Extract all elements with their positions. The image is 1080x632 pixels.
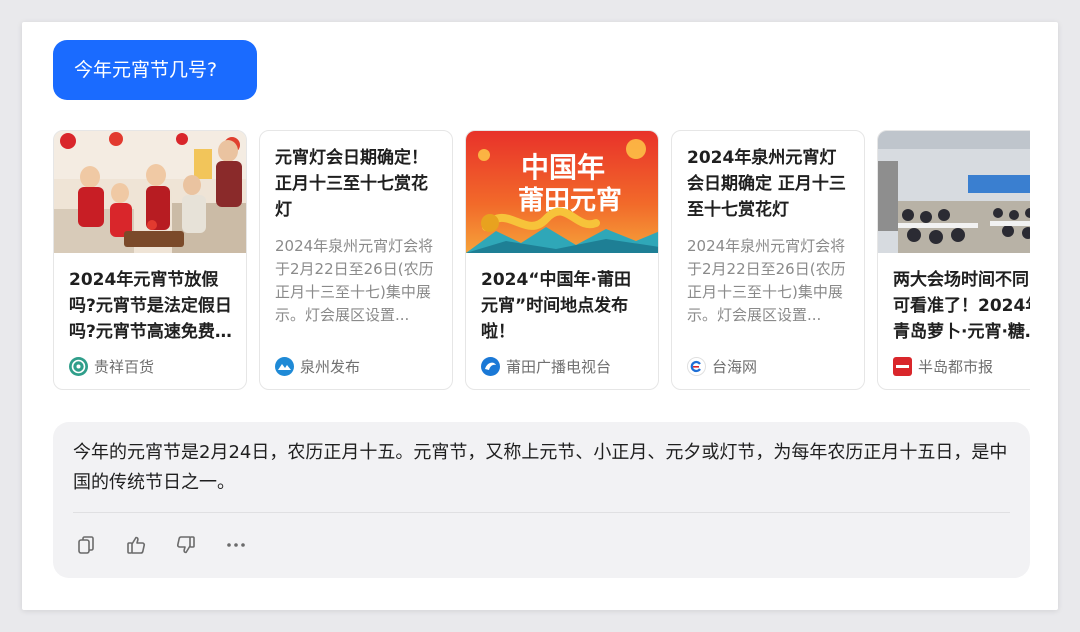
like-button[interactable] (123, 534, 149, 560)
result-source: 莆田广播电视台 (481, 355, 611, 377)
quanzhou-logo-icon (275, 356, 294, 376)
result-thumbnail (878, 131, 1030, 253)
result-title: 2024年泉州元宵灯会日期确定 正月十三至十七赏花灯 (687, 148, 846, 220)
dislike-button[interactable] (173, 534, 199, 560)
copy-button[interactable] (73, 534, 99, 560)
result-source: 贵祥百货 (69, 355, 154, 377)
result-card[interactable]: 元宵灯会日期确定！正月十三至十七赏花灯 2024年泉州元宵灯会将于2月22日至2… (259, 130, 453, 390)
search-results-carousel[interactable]: 2024年元宵节放假吗?元宵节是法定假日吗?元宵节高速免费吗? 贵祥百货 元宵灯… (53, 130, 1030, 392)
result-snippet: 2024年泉州元宵灯会将于2月22日至26日(农历正月十三至十七)集中展示。灯会… (275, 237, 434, 324)
taihai-logo-icon (687, 356, 706, 376)
result-source: 台海网 (687, 355, 757, 377)
thumbs-down-icon (175, 534, 197, 560)
thumbs-up-icon (125, 534, 147, 560)
result-card[interactable]: 两大会场时间不同，可看准了！2024年青岛萝卜·元宵·糖球会 半岛都市报 (877, 130, 1030, 390)
divider (73, 512, 1010, 513)
result-title: 元宵灯会日期确定！正月十三至十七赏花灯 (275, 148, 428, 220)
result-source-name: 贵祥百货 (94, 357, 155, 376)
more-button[interactable] (223, 534, 249, 560)
result-source-name: 泉州发布 (300, 357, 361, 376)
result-card[interactable]: 2024年元宵节放假吗?元宵节是法定假日吗?元宵节高速免费吗? 贵祥百货 (53, 130, 247, 390)
result-source-name: 半岛都市报 (918, 357, 994, 376)
bandao-logo-icon (893, 356, 912, 376)
result-source-name: 莆田广播电视台 (506, 357, 612, 376)
user-query-bubble: 今年元宵节几号? (53, 40, 257, 100)
user-query-text: 今年元宵节几号? (74, 59, 218, 81)
result-title: 2024年元宵节放假吗?元宵节是法定假日吗?元宵节高速免费吗? (69, 270, 232, 342)
answer-box: 今年的元宵节是2月24日，农历正月十五。元宵节，又称上元节、小正月、元夕或灯节，… (53, 422, 1030, 578)
result-thumbnail (54, 131, 246, 253)
result-title: 2024“中国年·莆田元宵”时间地点发布啦！ (481, 270, 631, 342)
putian-logo-icon (481, 356, 500, 376)
result-source: 泉州发布 (275, 355, 360, 377)
more-icon (225, 534, 247, 560)
copy-icon (75, 534, 97, 560)
result-snippet: 2024年泉州元宵灯会将于2月22日至26日(农历正月十三至十七)集中展示。灯会… (687, 237, 846, 324)
result-source: 半岛都市报 (893, 355, 993, 377)
answer-actions (73, 532, 249, 562)
result-title: 两大会场时间不同，可看准了！2024年青岛萝卜·元宵·糖球会 (893, 270, 1030, 342)
poster-text-1: 中国年 (521, 151, 605, 184)
result-thumbnail: 中国年 莆田元宵 (466, 131, 658, 253)
result-card[interactable]: 中国年 莆田元宵 2024“中国年·莆田元宵”时间地点发布啦！ 莆田广播电视台 (465, 130, 659, 390)
answer-text: 今年的元宵节是2月24日，农历正月十五。元宵节，又称上元节、小正月、元夕或灯节，… (73, 442, 1008, 493)
result-source-name: 台海网 (712, 357, 758, 376)
guixiang-logo-icon (69, 356, 88, 376)
result-card[interactable]: 2024年泉州元宵灯会日期确定 正月十三至十七赏花灯 2024年泉州元宵灯会将于… (671, 130, 865, 390)
